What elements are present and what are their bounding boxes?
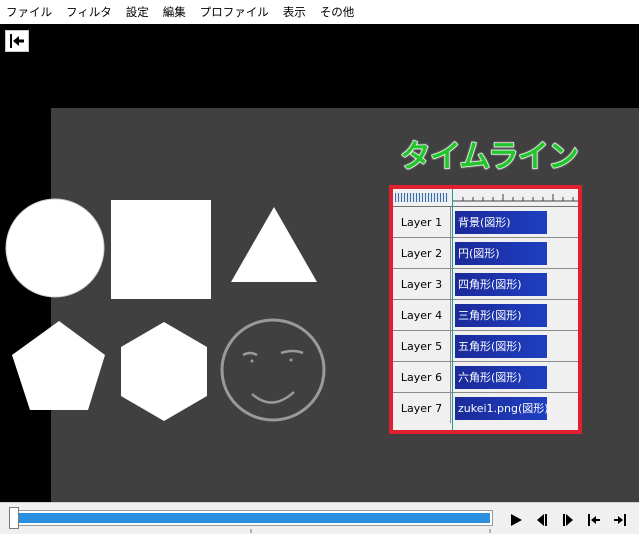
hexagon-shape <box>121 322 207 421</box>
step-back-button[interactable] <box>531 510 553 530</box>
layer-label[interactable]: Layer 6 <box>393 362 451 392</box>
timeline-title: タイムライン <box>399 138 579 175</box>
step-forward-icon <box>563 514 573 526</box>
pentagon-shape <box>12 321 105 410</box>
seek-handle[interactable] <box>9 507 19 529</box>
timeline-row: Layer 6 六角形(図形) <box>393 362 578 393</box>
step-forward-button[interactable] <box>557 510 579 530</box>
layer-label[interactable]: Layer 2 <box>393 238 451 268</box>
play-button[interactable] <box>505 510 527 530</box>
timeline-row: Layer 7 zukei1.png(図形) <box>393 393 578 424</box>
menu-settings[interactable]: 設定 <box>126 0 149 24</box>
timeline-row: Layer 4 三角形(図形) <box>393 300 578 331</box>
timeline-clip[interactable]: 六角形(図形) <box>455 366 547 389</box>
menu-view[interactable]: 表示 <box>283 0 306 24</box>
menu-filter[interactable]: フィルタ <box>66 0 112 24</box>
timeline-clip[interactable]: 四角形(図形) <box>455 273 547 296</box>
timeline-row: Layer 2 円(図形) <box>393 238 578 269</box>
menu-file[interactable]: ファイル <box>6 0 52 24</box>
timeline-clip[interactable]: 円(図形) <box>455 242 547 265</box>
menu-edit[interactable]: 編集 <box>163 0 186 24</box>
timeline-row: Layer 1 背景(図形) <box>393 207 578 238</box>
timeline-row: Layer 3 四角形(図形) <box>393 269 578 300</box>
seek-progress <box>18 513 490 523</box>
go-to-start-icon <box>588 514 600 526</box>
triangle-shape <box>231 207 317 282</box>
timeline-cursor[interactable] <box>452 189 453 430</box>
go-to-start-button[interactable] <box>583 510 605 530</box>
layer-label[interactable]: Layer 5 <box>393 331 451 361</box>
menu-bar: ファイル フィルタ 設定 編集 プロファイル 表示 その他 <box>0 0 639 24</box>
go-to-end-icon <box>614 514 626 526</box>
transport-bar <box>0 502 639 534</box>
go-to-end-button[interactable] <box>609 510 631 530</box>
timeline-clip[interactable]: 三角形(図形) <box>455 304 547 327</box>
smiley-face-shape <box>220 318 326 422</box>
timeline-clip[interactable]: zukei1.png(図形) <box>455 397 547 420</box>
layer-label[interactable]: Layer 4 <box>393 300 451 330</box>
preview-area: タイムライン Layer 1 背景(図形) Layer 2 円(図形) Laye… <box>0 24 639 502</box>
seek-bar[interactable] <box>15 510 493 526</box>
layer-label[interactable]: Layer 7 <box>393 393 451 423</box>
menu-profile[interactable]: プロファイル <box>200 0 269 24</box>
step-back-icon <box>537 514 547 526</box>
square-shape <box>111 200 211 299</box>
timeline-panel: Layer 1 背景(図形) Layer 2 円(図形) Layer 3 四角形… <box>389 185 582 434</box>
menu-other[interactable]: その他 <box>320 0 355 24</box>
timeline-clip[interactable]: 五角形(図形) <box>455 335 547 358</box>
timeline-row: Layer 5 五角形(図形) <box>393 331 578 362</box>
timeline-ruler[interactable] <box>393 189 578 207</box>
seek-ticks <box>250 529 491 533</box>
play-icon <box>511 514 522 526</box>
layer-label[interactable]: Layer 1 <box>393 207 451 237</box>
ruler-ticks <box>453 194 578 202</box>
layer-label[interactable]: Layer 3 <box>393 269 451 299</box>
circle-shape <box>5 198 105 298</box>
timeline-clip[interactable]: 背景(図形) <box>455 211 547 234</box>
